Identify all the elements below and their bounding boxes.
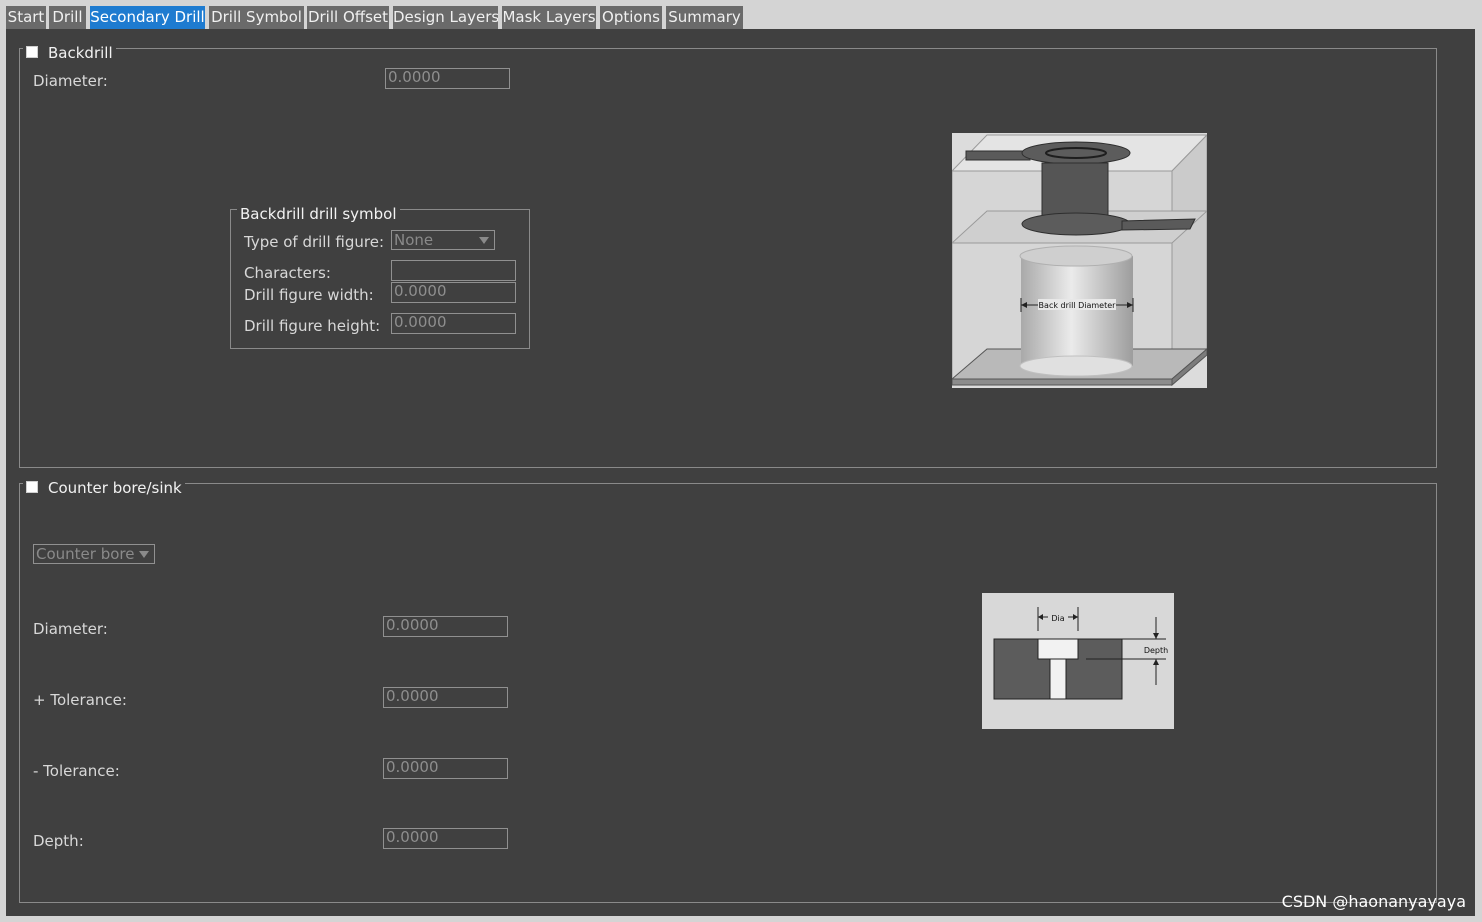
- drill-figure-width-label: Drill figure width:: [244, 286, 374, 304]
- counterbore-diagram: Dia Depth: [982, 593, 1174, 729]
- counterbore-diameter-label: Diameter:: [33, 620, 108, 638]
- tab-summary[interactable]: Summary: [666, 6, 743, 29]
- characters-input[interactable]: [391, 260, 516, 281]
- backdrill-legend: Backdrill: [23, 44, 116, 62]
- drill-figure-type-label: Type of drill figure:: [244, 233, 385, 251]
- backdrill-title: Backdrill: [48, 44, 113, 62]
- drill-figure-type-value: None: [394, 231, 434, 249]
- minus-tolerance-label: - Tolerance:: [33, 762, 120, 780]
- plus-tolerance-input[interactable]: 0.0000: [383, 687, 508, 708]
- tab-options[interactable]: Options: [600, 6, 662, 29]
- drill-figure-height-label: Drill figure height:: [244, 317, 381, 335]
- counterbore-title: Counter bore/sink: [48, 479, 182, 497]
- tab-drill-offset[interactable]: Drill Offset: [307, 6, 389, 29]
- characters-label: Characters:: [244, 264, 331, 282]
- backdrill-diameter-input[interactable]: 0.0000: [385, 68, 510, 89]
- backdrill-diameter-label: Diameter:: [33, 72, 108, 90]
- chevron-down-icon: [479, 237, 489, 244]
- counterbore-type-select[interactable]: Counter bore: [33, 544, 155, 564]
- counterbore-group: [19, 483, 1437, 903]
- counterbore-type-value: Counter bore: [36, 545, 135, 563]
- depth-input[interactable]: 0.0000: [383, 828, 508, 849]
- watermark-text: CSDN @haonanyayaya: [1281, 892, 1466, 911]
- dia-annotation: Dia: [1051, 614, 1064, 623]
- tab-drill-symbol[interactable]: Drill Symbol: [209, 6, 304, 29]
- minus-tolerance-input[interactable]: 0.0000: [383, 758, 508, 779]
- chevron-down-icon: [139, 551, 149, 558]
- tab-design-layers[interactable]: Design Layers: [393, 6, 498, 29]
- drill-figure-height-input[interactable]: 0.0000: [391, 313, 516, 334]
- depth-annotation: Depth: [1144, 646, 1168, 655]
- counterbore-legend: Counter bore/sink: [23, 479, 185, 497]
- drill-figure-type-select[interactable]: None: [391, 230, 495, 250]
- backdrill-3d-illustration: Back drill Diameter: [950, 133, 1209, 387]
- counterbore-illustration: Dia Depth: [993, 607, 1168, 700]
- counterbore-diameter-input[interactable]: 0.0000: [383, 616, 508, 637]
- tab-drill[interactable]: Drill: [49, 6, 86, 29]
- tab-secondary-drill[interactable]: Secondary Drill: [90, 6, 205, 29]
- backdrill-diameter-annotation: Back drill Diameter: [1039, 301, 1117, 310]
- backdrill-checkbox[interactable]: [26, 46, 38, 58]
- secondary-drill-panel: Backdrill Diameter: 0.0000 Backdrill dri…: [6, 29, 1475, 916]
- counterbore-checkbox[interactable]: [26, 481, 38, 493]
- plus-tolerance-label: + Tolerance:: [33, 691, 127, 709]
- backdrill-diagram: Back drill Diameter: [950, 133, 1209, 388]
- tab-start[interactable]: Start: [6, 6, 46, 29]
- backdrill-symbol-title: Backdrill drill symbol: [237, 205, 400, 223]
- depth-label: Depth:: [33, 832, 84, 850]
- drill-figure-width-input[interactable]: 0.0000: [391, 282, 516, 303]
- tab-mask-layers[interactable]: Mask Layers: [502, 6, 596, 29]
